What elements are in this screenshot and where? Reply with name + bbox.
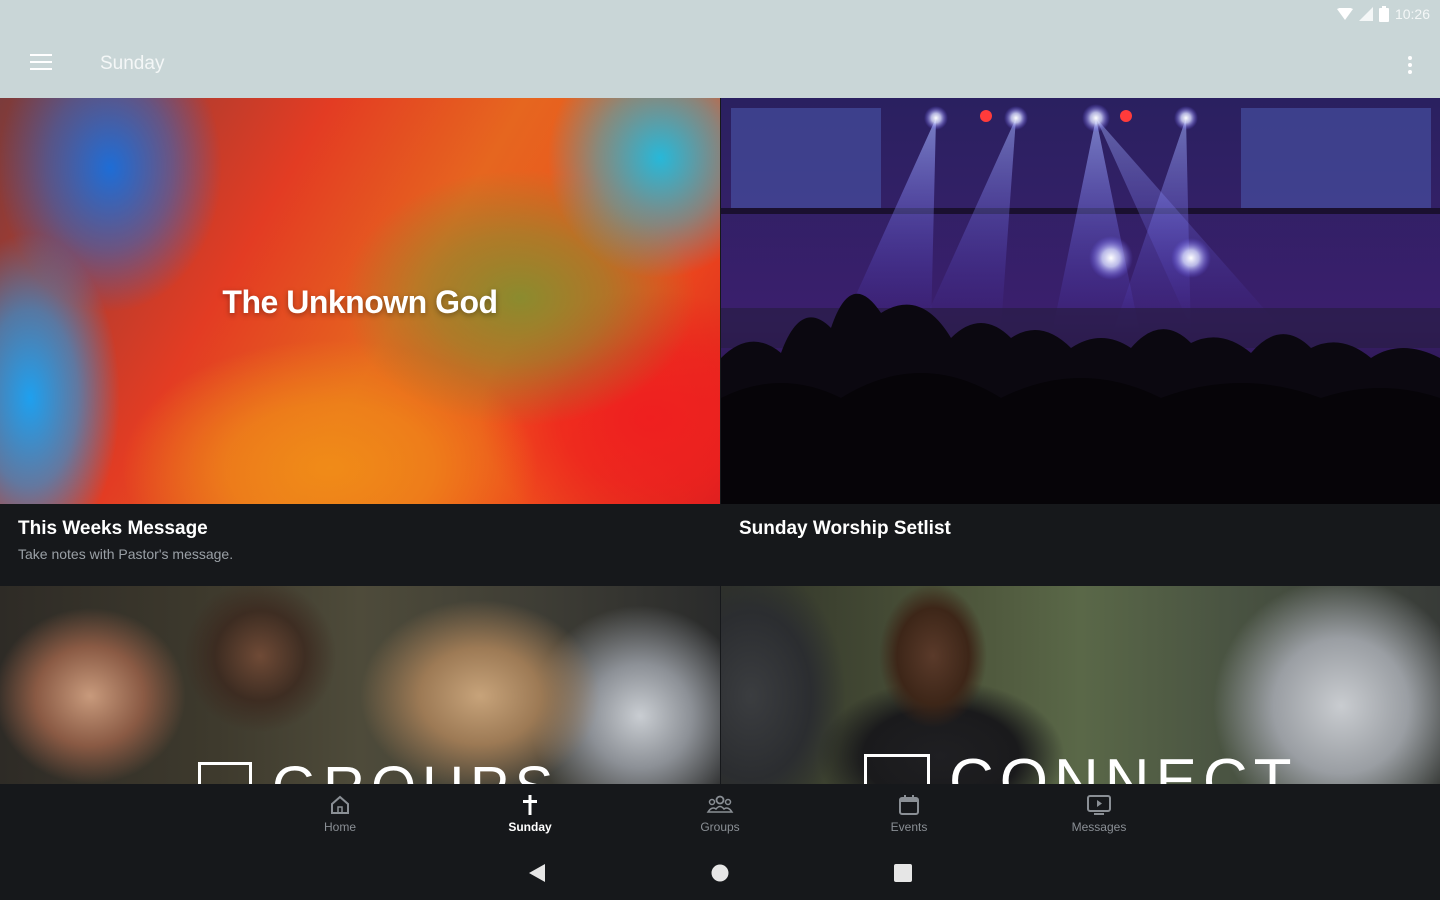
content-grid: The Unknown God This Weeks Message Take … — [0, 98, 1440, 784]
nav-label: Messages — [1071, 820, 1127, 834]
card-title: This Weeks Message — [18, 518, 208, 539]
bottom-navigation: Home Sunday Groups Events Messages — [0, 784, 1440, 846]
tv-icon — [1049, 792, 1149, 818]
app-bar: Sunday — [0, 30, 1440, 98]
page-title: Sunday — [100, 53, 165, 74]
connect-photo: CONNECT — [721, 586, 1440, 784]
more-vert-icon-dot — [1408, 63, 1412, 67]
signal-icon — [1358, 7, 1373, 21]
groups-icon — [670, 792, 770, 818]
system-navigation-bar — [0, 846, 1440, 900]
nav-events[interactable]: Events — [859, 792, 959, 834]
cross-icon — [480, 792, 580, 818]
card-this-weeks-message[interactable]: The Unknown God This Weeks Message Take … — [0, 98, 720, 584]
calendar-icon — [859, 792, 959, 818]
card-sunday-worship-setlist[interactable]: Sunday Worship Setlist — [721, 98, 1440, 584]
groups-word: GROUPS — [272, 754, 559, 784]
menu-button[interactable] — [30, 54, 52, 72]
recents-icon[interactable] — [893, 862, 913, 884]
nav-sunday[interactable]: Sunday — [480, 792, 580, 834]
more-vert-icon — [1408, 56, 1412, 60]
nav-home[interactable]: Home — [290, 792, 390, 834]
status-icons: 10:26 — [1336, 6, 1430, 22]
menu-icon-line — [30, 61, 52, 63]
groups-logo-icon — [198, 762, 252, 784]
more-vert-icon-dot — [1408, 70, 1412, 74]
card-subtitle: Take notes with Pastor's message. — [18, 546, 234, 562]
nav-groups[interactable]: Groups — [670, 792, 770, 834]
groups-photo: GROUPS — [0, 586, 720, 784]
card-connect[interactable]: CONNECT — [721, 586, 1440, 784]
connect-logo-icon — [864, 754, 930, 784]
wifi-icon — [1336, 8, 1353, 20]
nav-label: Events — [890, 820, 928, 834]
concert-illustration — [721, 98, 1440, 504]
home-circle-icon[interactable] — [710, 862, 730, 884]
menu-icon-line — [30, 68, 52, 70]
nav-messages[interactable]: Messages — [1049, 792, 1149, 834]
battery-icon — [1378, 6, 1389, 22]
overflow-menu-button[interactable] — [1406, 54, 1414, 76]
card-title: Sunday Worship Setlist — [739, 518, 951, 539]
status-bar: 10:26 — [0, 0, 1440, 30]
nav-label: Sunday — [508, 820, 552, 834]
series-title: The Unknown God — [222, 284, 498, 320]
status-time: 10:26 — [1394, 6, 1430, 22]
connect-word: CONNECT — [949, 747, 1298, 784]
card-caption: Sunday Worship Setlist — [721, 504, 1440, 584]
message-series-image: The Unknown God — [0, 98, 720, 504]
menu-icon — [30, 54, 52, 56]
card-caption: This Weeks Message Take notes with Pasto… — [0, 504, 720, 584]
card-groups[interactable]: GROUPS — [0, 586, 720, 784]
home-icon — [290, 792, 390, 818]
back-icon[interactable] — [527, 862, 547, 884]
nav-label: Groups — [700, 820, 740, 834]
nav-label: Home — [323, 820, 356, 834]
worship-concert-image — [721, 98, 1440, 504]
